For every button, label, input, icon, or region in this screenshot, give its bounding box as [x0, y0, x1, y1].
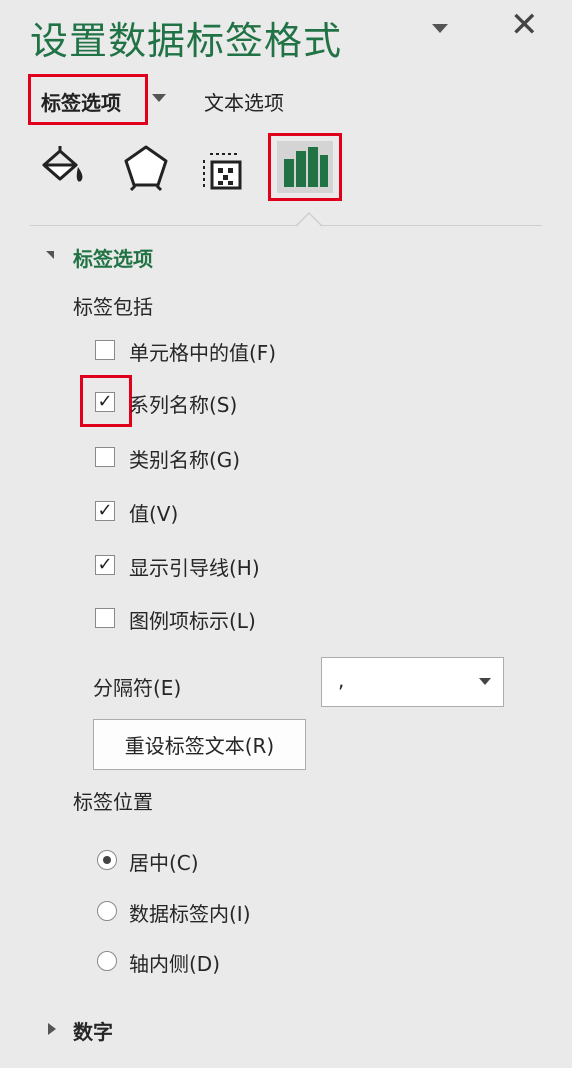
checkbox-legend-key-label[interactable]: 图例项标示(L) [129, 605, 256, 634]
checkbox-category-name[interactable] [95, 447, 115, 467]
checkmark-icon: ✓ [97, 391, 113, 412]
panel-options-chevron-icon[interactable] [432, 24, 448, 33]
radio-inside-base-label[interactable]: 轴内侧(D) [129, 948, 220, 977]
checkbox-value-label[interactable]: 值(V) [129, 498, 178, 527]
label-options-section-heading[interactable]: 标签选项 [73, 243, 153, 272]
label-position-heading: 标签位置 [73, 790, 153, 814]
checkbox-value[interactable]: ✓ [95, 501, 115, 521]
label-options-icon[interactable] [277, 141, 333, 193]
tab-text-options[interactable]: 文本选项 [204, 87, 284, 116]
checkbox-series-name[interactable]: ✓ [95, 392, 115, 412]
panel-title: 设置数据标签格式 [30, 19, 343, 63]
tab-divider-left [30, 225, 298, 226]
separator-chevron-icon[interactable] [479, 678, 491, 685]
radio-center-label[interactable]: 居中(C) [129, 847, 199, 876]
close-icon[interactable]: ✕ [510, 8, 539, 42]
separator-dropdown[interactable]: , [321, 657, 504, 707]
tab-divider-right [320, 225, 542, 226]
tab-dropdown-chevron-icon[interactable] [152, 94, 166, 102]
section-collapsed-icon[interactable] [48, 1023, 56, 1035]
section-expanded-icon[interactable] [46, 251, 54, 259]
effects-icon[interactable] [121, 143, 171, 193]
checkbox-cell-value-label[interactable]: 单元格中的值(F) [129, 337, 276, 366]
checkmark-icon: ✓ [97, 500, 113, 521]
number-section-heading[interactable]: 数字 [73, 1016, 113, 1045]
checkbox-series-name-label[interactable]: 系列名称(S) [129, 389, 237, 418]
reset-label-text-button[interactable]: 重设标签文本(R) [93, 719, 306, 770]
checkbox-cell-value[interactable] [95, 340, 115, 360]
radio-selected-dot [103, 856, 111, 864]
checkbox-leader-lines-label[interactable]: 显示引导线(H) [129, 552, 260, 581]
checkbox-leader-lines[interactable]: ✓ [95, 555, 115, 575]
radio-inside-end-label[interactable]: 数据标签内(I) [129, 898, 251, 927]
size-properties-icon[interactable] [200, 146, 246, 192]
radio-center[interactable] [97, 850, 117, 870]
checkbox-legend-key[interactable] [95, 608, 115, 628]
checkbox-category-name-label[interactable]: 类别名称(G) [129, 444, 240, 473]
fill-line-icon[interactable] [38, 145, 90, 189]
tab-divider-notch [295, 211, 323, 227]
tab-label-options[interactable]: 标签选项 [41, 87, 121, 116]
separator-value: , [338, 668, 345, 692]
radio-inside-end[interactable] [97, 901, 117, 921]
label-contains-heading: 标签包括 [73, 295, 153, 319]
radio-inside-base[interactable] [97, 951, 117, 971]
separator-label: 分隔符(E) [93, 676, 182, 700]
checkmark-icon: ✓ [97, 554, 113, 575]
